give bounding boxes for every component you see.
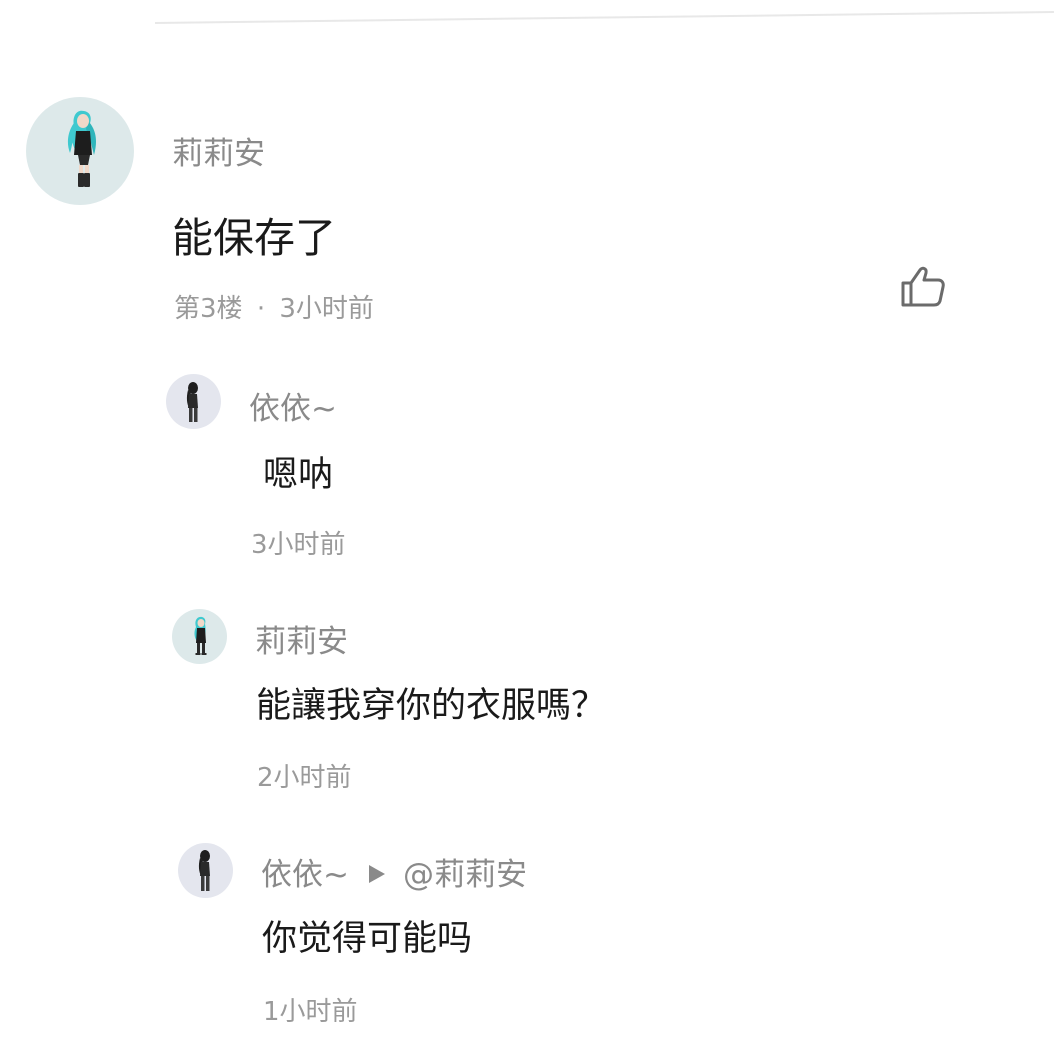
reply-time: 2小时前 bbox=[257, 763, 352, 793]
comment-meta: 第3楼 · 3小时前 bbox=[174, 288, 374, 325]
reply-header: 依依~ @莉莉安 bbox=[261, 849, 527, 894]
floor-number: 第3楼 bbox=[174, 294, 243, 324]
reply-to-mention[interactable]: @莉莉安 bbox=[403, 857, 527, 893]
reply-time: 1小时前 bbox=[263, 997, 358, 1027]
reply-text: 你觉得可能吗 bbox=[262, 919, 473, 959]
meta-separator: · bbox=[256, 294, 266, 324]
avatar[interactable] bbox=[26, 97, 134, 205]
reply-time: 3小时前 bbox=[251, 530, 346, 560]
like-button[interactable] bbox=[898, 262, 948, 310]
reply-arrow-icon bbox=[368, 864, 385, 883]
comment-author[interactable]: 莉莉安 bbox=[172, 128, 265, 173]
avatar-figure-teal bbox=[194, 616, 207, 655]
avatar-figure-dark bbox=[198, 850, 210, 891]
reply-text: 嗯呐 bbox=[263, 455, 334, 495]
reply-author[interactable]: 依依~ bbox=[261, 857, 349, 893]
comment-text: 能保存了 bbox=[172, 214, 336, 262]
reply-text: 能讓我穿你的衣服嗎？ bbox=[256, 686, 607, 726]
avatar-figure-teal bbox=[67, 110, 96, 187]
avatar[interactable] bbox=[172, 609, 227, 664]
thumbs-up-icon bbox=[901, 266, 945, 307]
reply-author[interactable]: 莉莉安 bbox=[255, 616, 348, 661]
avatar-figure-dark bbox=[186, 382, 198, 422]
top-divider bbox=[154, 11, 1054, 24]
comment-time: 3小时前 bbox=[279, 294, 374, 324]
avatar[interactable] bbox=[166, 374, 221, 429]
avatar[interactable] bbox=[178, 843, 233, 898]
reply-author[interactable]: 依依~ bbox=[249, 383, 337, 428]
